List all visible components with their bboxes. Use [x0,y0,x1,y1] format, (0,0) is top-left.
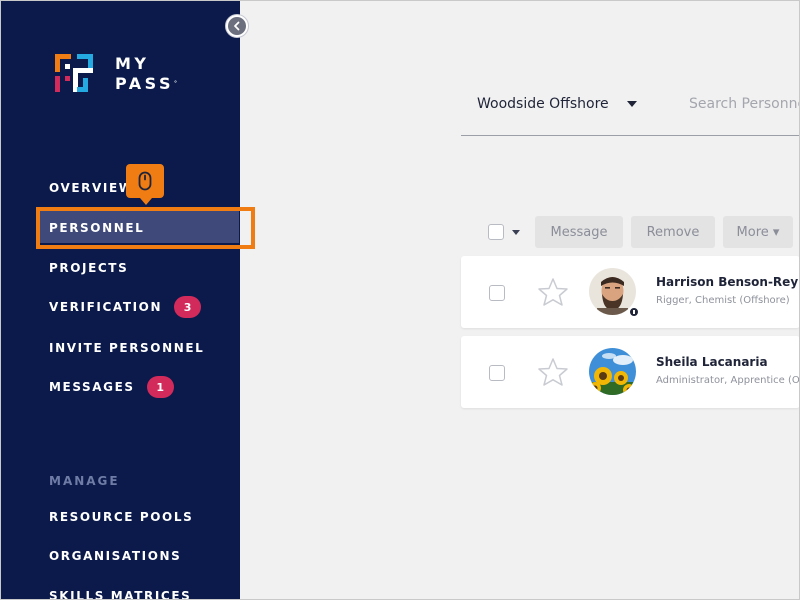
search-input[interactable]: Search Personnel [689,96,800,112]
mypass-logo-mark-icon [55,54,93,92]
click-hint-tooltip [126,164,164,205]
organisation-select[interactable]: Woodside Offshore [477,96,637,112]
logo-text: MY PASS° [115,54,177,94]
sidebar-item-label: MESSAGES [49,380,135,394]
more-button[interactable]: More ▾ [723,216,793,248]
sidebar-item-resource-pools[interactable]: RESOURCE POOLS [49,507,193,527]
person-role: Rigger, Chemist (Offshore) [656,295,790,306]
sidebar-item-label: OVERVIEW [49,181,134,195]
person-name[interactable]: Harrison Benson-Reynolds [656,275,800,289]
sidebar-item-label: RESOURCE POOLS [49,510,194,524]
message-button[interactable]: Message [535,216,623,248]
mouse-icon [138,171,152,191]
main-content: Woodside Offshore Search Personnel Messa… [240,0,800,600]
select-options-caret-icon[interactable] [512,229,520,235]
sidebar-item-label: SKILLS MATRICES [49,589,192,600]
sidebar-collapse-button[interactable] [225,14,249,38]
organisation-select-value: Woodside Offshore [477,96,609,112]
sidebar-item-label: VERIFICATION [49,300,163,314]
bulk-actions-toolbar: Message Remove More ▾ [488,216,800,248]
manage-section-label: MANAGE [49,474,120,488]
sidebar-item-label: PROJECTS [49,261,129,275]
logo-line-1: MY [115,54,150,73]
alert-status-icon [629,307,639,317]
row-checkbox[interactable] [489,365,505,381]
verification-count-badge: 3 [174,296,202,318]
person-role: Administrator, Apprentice (Offshore) [656,375,800,386]
sidebar-item-messages[interactable]: MESSAGES 1 [49,376,174,398]
sidebar: MY PASS° OVERVIEW PERSONNEL PROJECTS VER… [0,0,240,600]
star-icon[interactable] [537,277,569,307]
logo-trademark: ° [173,80,177,87]
bearded-man-avatar [589,268,636,315]
logo-line-2: PASS [115,74,174,93]
remove-button[interactable]: Remove [631,216,715,248]
row-checkbox[interactable] [489,285,505,301]
click-target-highlight [36,207,255,249]
person-name[interactable]: Sheila Lacanaria [656,355,768,369]
sidebar-item-label: INVITE PERSONNEL [49,341,205,355]
sunflower-avatar [589,348,636,395]
mypass-logo[interactable]: MY PASS° [55,54,177,94]
header-divider [461,135,800,136]
personnel-card[interactable]: Sheila Lacanaria Administrator, Apprenti… [461,336,800,408]
sidebar-item-label: ORGANISATIONS [49,549,182,563]
star-icon[interactable] [537,357,569,387]
sidebar-item-organisations[interactable]: ORGANISATIONS [49,546,181,566]
sidebar-item-verification[interactable]: VERIFICATION 3 [49,296,202,318]
select-all-checkbox[interactable] [488,224,504,240]
sidebar-item-projects[interactable]: PROJECTS [49,258,128,278]
sidebar-item-overview[interactable]: OVERVIEW [49,178,134,198]
sidebar-item-invite-personnel[interactable]: INVITE PERSONNEL [49,338,204,358]
personnel-card[interactable]: Harrison Benson-Reynolds Rigger, Chemist… [461,256,800,328]
caret-down-icon [626,101,637,107]
messages-count-badge: 1 [146,376,174,398]
chevron-left-icon [228,17,246,35]
sidebar-item-skills-matrices[interactable]: SKILLS MATRICES [49,586,191,600]
